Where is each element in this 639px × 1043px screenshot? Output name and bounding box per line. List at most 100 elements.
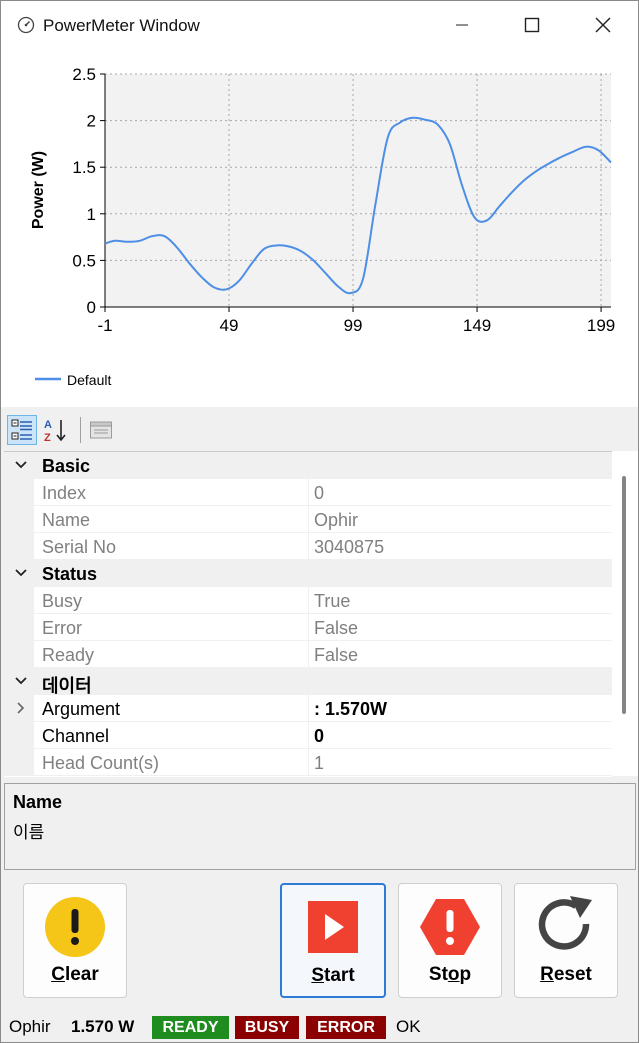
category-row[interactable]: Status <box>4 560 612 587</box>
column-divider[interactable] <box>308 722 309 749</box>
column-divider[interactable] <box>308 533 309 560</box>
window-title: PowerMeter Window <box>43 16 200 35</box>
svg-text:A: A <box>44 419 52 431</box>
row-gutter <box>4 533 34 560</box>
alphabetical-button[interactable]: A Z <box>41 415 71 445</box>
stop-button-label: Stop <box>428 964 472 985</box>
legend-label-default: Default <box>67 372 111 388</box>
property-label: Busy <box>42 591 83 611</box>
property-row[interactable]: Channel 0 <box>4 722 612 749</box>
property-row[interactable]: Head Count(s) 1 <box>4 749 612 776</box>
column-divider[interactable] <box>308 479 309 506</box>
description-text: 이름 <box>13 823 45 842</box>
row-gutter <box>4 479 34 506</box>
category-row[interactable]: 데이터 <box>4 668 612 696</box>
refresh-icon <box>538 896 592 950</box>
chevron-down-icon[interactable] <box>14 458 28 472</box>
minimize-button[interactable] <box>439 1 485 49</box>
property-row[interactable]: Ready False <box>4 641 612 668</box>
property-label: Ready <box>42 645 95 665</box>
property-value: 3040875 <box>314 537 385 557</box>
y-tick-label: 0.5 <box>72 251 96 270</box>
chevron-down-icon[interactable] <box>14 674 28 688</box>
clear-button-label: Clear <box>51 964 99 985</box>
alphabetical-icon: A Z <box>44 419 66 443</box>
property-row[interactable]: Serial No 3040875 <box>4 533 612 560</box>
row-divider <box>34 775 612 776</box>
property-label: Index <box>42 483 87 503</box>
column-divider[interactable] <box>308 614 309 641</box>
close-icon <box>595 17 611 33</box>
power-chart-svg: 0 0.5 1 1.5 2 2.5 -1 49 99 149 199 Power (W) Defau… <box>30 65 615 388</box>
row-gutter <box>4 722 34 749</box>
column-divider[interactable] <box>308 641 309 668</box>
categorized-button[interactable] <box>7 415 37 445</box>
x-tick-label: -1 <box>97 316 112 335</box>
property-label: Serial No <box>42 537 117 557</box>
column-divider[interactable] <box>308 506 309 533</box>
toolbar-separator <box>80 417 81 443</box>
y-tick-label: 2.5 <box>72 65 96 84</box>
row-gutter <box>4 587 34 614</box>
property-pages-button[interactable] <box>86 415 116 445</box>
row-gutter <box>4 506 34 533</box>
x-tick-label: 49 <box>220 316 239 335</box>
scrollbar-thumb[interactable] <box>622 476 626 714</box>
stop-button[interactable]: Stop <box>398 883 502 998</box>
property-value[interactable]: : 1.570W <box>314 699 387 720</box>
description-title: Name <box>13 792 63 812</box>
property-value: False <box>314 618 359 638</box>
start-button-label: Start <box>311 965 355 986</box>
property-row[interactable]: Name Ophir <box>4 506 612 533</box>
category-label: Status <box>42 564 98 584</box>
property-value[interactable]: 0 <box>314 726 324 747</box>
close-button[interactable] <box>580 1 626 49</box>
clear-button[interactable]: Clear <box>23 883 127 998</box>
status-bar: Ophir 1.570 W READY BUSY ERROR OK <box>1 1013 638 1042</box>
property-value: Ophir <box>314 510 359 530</box>
categorized-icon <box>11 419 32 440</box>
maximize-button[interactable] <box>509 1 555 49</box>
powermeter-window: PowerMeter Window 0 0.5 1 1.5 2 2.5 -1 49 99 149 1… <box>0 0 639 1043</box>
start-button[interactable]: Start <box>280 883 386 998</box>
status-busy-badge: BUSY <box>235 1016 299 1039</box>
status-ready-badge: READY <box>152 1016 229 1039</box>
maximize-icon <box>524 17 540 33</box>
column-divider[interactable] <box>308 695 309 722</box>
property-grid-toolbar: A Z <box>1 407 638 451</box>
y-tick-label: 0 <box>87 298 96 317</box>
property-row[interactable]: Error False <box>4 614 612 641</box>
description-pane: Name 이름 <box>4 783 636 870</box>
gauge-icon <box>17 16 35 34</box>
property-row[interactable]: Index 0 <box>4 479 612 506</box>
column-divider[interactable] <box>308 587 309 614</box>
power-chart: 0 0.5 1 1.5 2 2.5 -1 49 99 149 199 Power (W) Defau… <box>1 49 638 407</box>
status-state: OK <box>396 1017 421 1036</box>
chevron-right-icon[interactable] <box>14 701 28 715</box>
property-row[interactable]: Argument : 1.570W <box>4 695 612 722</box>
stop-alert-icon <box>420 899 480 955</box>
chevron-down-icon[interactable] <box>14 566 28 580</box>
y-tick-label: 2 <box>87 112 96 131</box>
property-pages-icon <box>90 421 112 439</box>
category-row[interactable]: Basic <box>4 452 612 479</box>
title-bar[interactable]: PowerMeter Window <box>1 1 638 49</box>
y-tick-label: 1 <box>87 205 96 224</box>
status-device: Ophir <box>9 1017 51 1036</box>
property-label: Head Count(s) <box>42 753 160 773</box>
property-value: True <box>314 591 351 611</box>
property-grid[interactable]: Basic Index 0 Name Ophir Serial No 3040875 Stat… <box>4 451 612 777</box>
property-grid-scrollbar[interactable] <box>612 451 638 776</box>
property-row[interactable]: Busy True <box>4 587 612 614</box>
plot-background <box>105 74 611 307</box>
status-reading: 1.570 W <box>71 1017 135 1036</box>
warning-icon <box>45 897 105 957</box>
reset-button[interactable]: Reset <box>514 883 618 998</box>
property-value: False <box>314 645 359 665</box>
property-value: 0 <box>314 483 325 503</box>
row-gutter <box>4 614 34 641</box>
property-label: Argument <box>42 699 121 719</box>
column-divider[interactable] <box>308 749 309 776</box>
y-axis-label: Power (W) <box>30 151 47 229</box>
property-label: Name <box>42 510 91 530</box>
